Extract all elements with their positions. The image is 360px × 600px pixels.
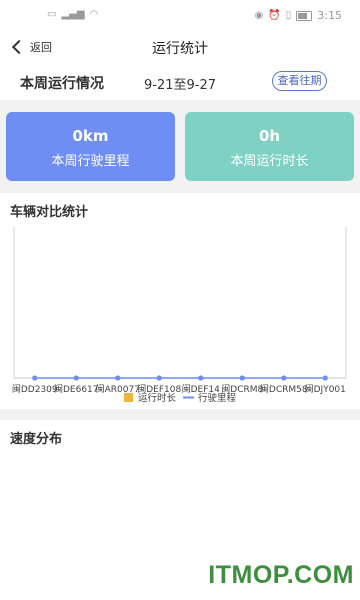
- x-tick-label-0: 闽DD2309: [12, 383, 58, 395]
- week-summary-row: 本周运行情况 9-21至9-27 查看往期: [0, 63, 360, 100]
- nav-bar: 返回 运行统计: [0, 30, 360, 63]
- eye-icon: ◉: [254, 9, 264, 21]
- comparison-chart: 闽DD2309闽DE6617闽AR0077闽DEF108 闽DEF14 闽DCRM8…: [12, 227, 347, 404]
- mileage-label: 本周行驶里程: [51, 154, 130, 169]
- x-tick-label-2: 闽AR0077: [96, 383, 140, 395]
- runtime-value: 0h: [258, 127, 281, 145]
- week-range: 9-21至9-27: [144, 78, 217, 93]
- runtime-label: 本周运行时长: [230, 154, 309, 169]
- line-point-3: [156, 375, 162, 381]
- speed-title: 速度分布: [10, 432, 63, 447]
- signal-icon: ▂▄▆: [61, 9, 85, 20]
- mileage-card: 0km 本周行驶里程: [6, 112, 175, 181]
- legend-swatch-0: [124, 393, 133, 402]
- view-history-button[interactable]: 查看往期: [272, 71, 327, 91]
- battery-icon: [296, 10, 313, 21]
- line-point-7: [322, 375, 328, 381]
- line-point-1: [73, 375, 79, 381]
- x-tick-label-1: 闽DE6617: [54, 383, 99, 395]
- legend-label-1: 行驶里程: [198, 392, 237, 404]
- line-point-0: [32, 375, 38, 381]
- page-title: 运行统计: [152, 41, 208, 57]
- legend-label-0: 运行时长: [138, 392, 177, 404]
- line-point-2: [115, 375, 121, 381]
- watermark: ITMOP.COM: [208, 561, 354, 589]
- sim-icon: ▭: [47, 9, 57, 20]
- line-point-4: [198, 375, 204, 381]
- x-tick-label-6: 闽DCRM58: [260, 383, 308, 395]
- alarm-icon: ⏰: [268, 9, 281, 21]
- runtime-card: 0h 本周运行时长: [185, 112, 354, 181]
- status-bar: ▭ ▂▄▆ ◠ ◉ ⏰ ▯ 3:15: [0, 0, 360, 30]
- status-time: 3:15: [317, 9, 342, 22]
- summary-cards: 0km 本周行驶里程 0h 本周运行时长: [0, 100, 360, 190]
- line-point-6: [281, 375, 287, 381]
- x-tick-label-7: 闽DJY001: [305, 383, 346, 395]
- speed-distribution-section: 速度分布 ITMOP.COM: [0, 420, 360, 600]
- wifi-icon: ◠: [89, 9, 99, 20]
- week-label: 本周运行情况: [20, 76, 104, 92]
- vehicle-comparison-section: 车辆对比统计 闽DD2309 闽DE6617 闽AR0077 闽DEF108 闽DEF1…: [0, 193, 360, 409]
- vibrate-icon: ▯: [285, 9, 292, 21]
- mileage-value: 0km: [72, 127, 109, 145]
- line-point-5: [239, 375, 245, 381]
